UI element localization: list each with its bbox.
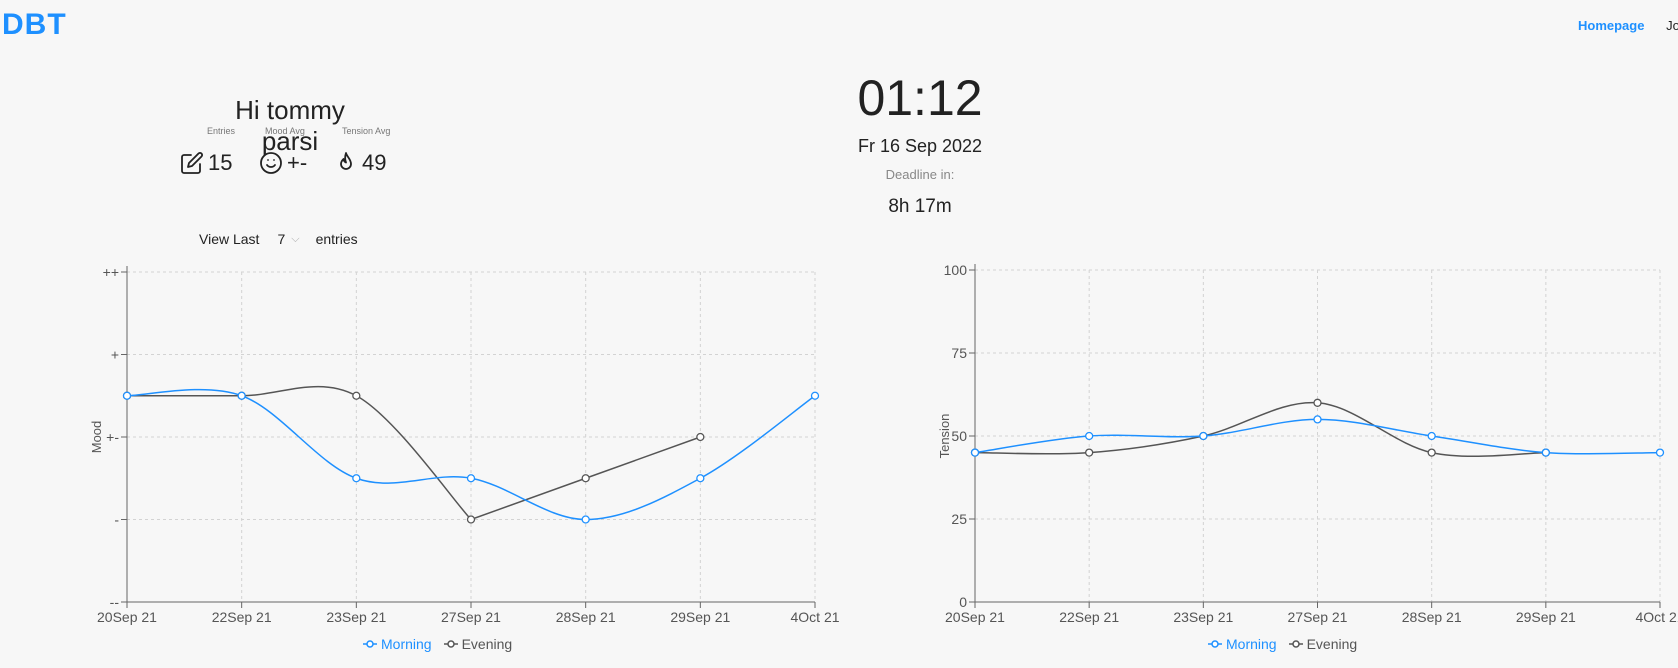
morning-data-point[interactable] [696, 474, 705, 483]
legend-morning-label: Morning [1226, 636, 1277, 652]
morning-data-point[interactable] [237, 391, 246, 400]
morning-data-point[interactable] [1655, 448, 1665, 457]
line-marker-icon [1208, 640, 1222, 648]
x-tick-label: 4Oct 21 [790, 609, 839, 625]
morning-data-point[interactable] [1085, 431, 1094, 441]
evening-data-point[interactable] [581, 474, 590, 483]
y-tick-label: 75 [951, 345, 967, 361]
x-tick-label: 27Sep 21 [441, 609, 501, 625]
x-tick-label: 27Sep 21 [1288, 609, 1348, 625]
y-axis-label: Mood [89, 421, 104, 454]
x-tick-label: 23Sep 21 [326, 609, 386, 625]
x-tick-label: 23Sep 21 [1173, 609, 1233, 625]
x-tick-label: 29Sep 21 [670, 609, 730, 625]
morning-series-line [974, 418, 1661, 455]
y-tick-label: + [111, 347, 119, 363]
x-tick-label: 20Sep 21 [945, 609, 1005, 625]
morning-data-point[interactable] [581, 515, 590, 524]
x-tick-label: 22Sep 21 [212, 609, 272, 625]
y-tick-label: ++ [103, 264, 119, 280]
charts-canvas: ---+-+++20Sep 21 22Sep 21 23Sep 21 27Sep 21… [89, 262, 1678, 625]
line-marker-icon [363, 640, 377, 648]
evening-series-line [127, 385, 701, 521]
legend-morning[interactable]: Morning [1208, 636, 1277, 652]
y-tick-label: +- [106, 429, 119, 445]
mood-chart-legend: Morning Evening [363, 636, 512, 652]
x-tick-label: 4Oct 21 [1635, 609, 1678, 625]
y-axis-label: Tension [937, 414, 952, 459]
evening-data-point[interactable] [466, 515, 476, 524]
evening-data-point[interactable] [1313, 398, 1322, 407]
x-tick-label: 29Sep 21 [1516, 609, 1576, 625]
line-marker-icon [443, 640, 458, 648]
legend-morning[interactable]: Morning [363, 636, 432, 652]
line-marker-icon [1288, 640, 1303, 648]
evening-data-point[interactable] [352, 391, 361, 400]
tension-chart-legend: Morning Evening [1208, 636, 1357, 652]
y-tick-label: 25 [951, 511, 967, 527]
legend-evening-label: Evening [461, 636, 513, 652]
evening-series-line [974, 401, 1546, 458]
y-tick-label: 0 [959, 594, 967, 610]
y-tick-label: 100 [944, 262, 968, 278]
y-tick-label: -- [110, 594, 120, 610]
evening-data-point[interactable] [1085, 448, 1094, 457]
morning-data-point[interactable] [1541, 448, 1550, 457]
tension-chart: 0 25 50 75 100 20Sep 21 22Sep 21 23Sep 21 27Sep … [937, 262, 1678, 625]
legend-evening-label: Evening [1306, 636, 1358, 652]
morning-data-point[interactable] [122, 391, 132, 400]
evening-data-point[interactable] [696, 432, 705, 442]
morning-data-point[interactable] [352, 474, 361, 483]
morning-data-point[interactable] [1199, 431, 1208, 441]
legend-evening[interactable]: Evening [1288, 636, 1358, 652]
morning-data-point[interactable] [810, 391, 820, 400]
x-tick-label: 28Sep 21 [556, 609, 616, 625]
x-tick-label: 20Sep 21 [97, 609, 157, 625]
morning-data-point[interactable] [970, 448, 980, 457]
x-tick-label: 28Sep 21 [1402, 609, 1462, 625]
legend-evening[interactable]: Evening [443, 636, 513, 652]
y-tick-label: - [114, 512, 119, 528]
morning-data-point[interactable] [1427, 431, 1436, 441]
morning-data-point[interactable] [466, 474, 476, 483]
mood-chart: ---+-+++20Sep 21 22Sep 21 23Sep 21 27Sep 21… [89, 264, 840, 625]
y-tick-label: 50 [951, 428, 967, 444]
x-tick-label: 22Sep 21 [1059, 609, 1119, 625]
legend-morning-label: Morning [381, 636, 432, 652]
evening-data-point[interactable] [1427, 448, 1436, 457]
morning-data-point[interactable] [1313, 415, 1322, 424]
